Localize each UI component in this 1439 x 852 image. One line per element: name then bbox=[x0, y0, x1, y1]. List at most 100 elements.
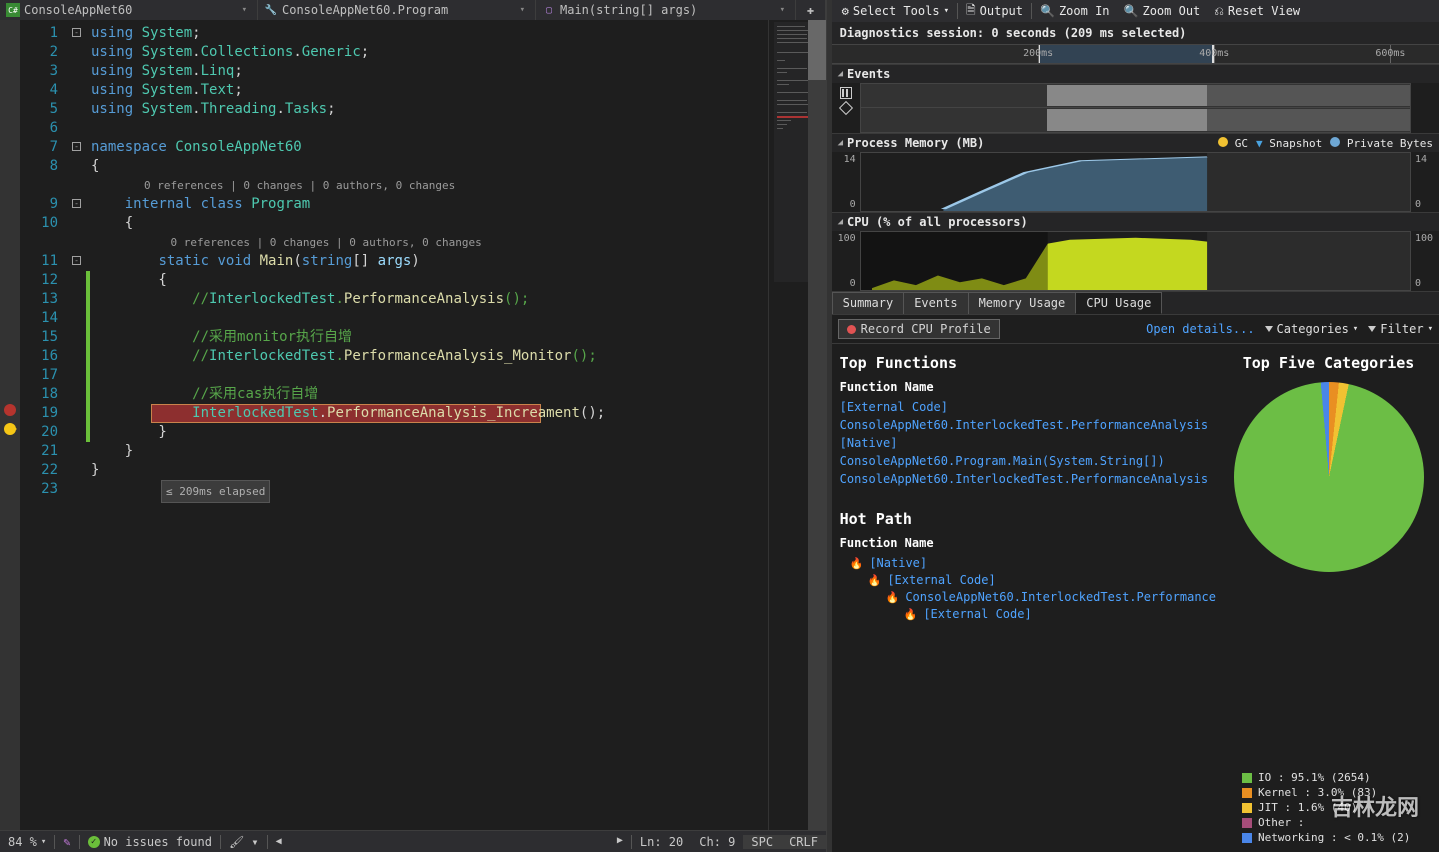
function-name-header[interactable]: Function Name bbox=[840, 380, 1216, 394]
code-body[interactable]: using System;using System.Collections.Ge… bbox=[91, 20, 768, 830]
diag-timeline[interactable]: 200ms 400ms 600ms bbox=[832, 44, 1439, 64]
pause-icon[interactable] bbox=[840, 87, 852, 99]
zoom-in-button[interactable]: 🔍Zoom In bbox=[1034, 2, 1116, 20]
zoom-in-icon: 🔍 bbox=[1040, 4, 1055, 18]
brush-icon[interactable]: 🖌 ▾ bbox=[221, 831, 267, 852]
chevron-down-icon[interactable]: ▾ bbox=[516, 5, 529, 15]
diag-tabs: Summary Events Memory Usage CPU Usage bbox=[832, 291, 1439, 315]
cpu-results-left: Top Functions Function Name [External Co… bbox=[832, 344, 1224, 852]
zoom-out-button[interactable]: 🔍Zoom Out bbox=[1118, 2, 1207, 20]
line-number-gutter: 1234567891011121314151617181920212223 bbox=[20, 20, 70, 830]
output-button[interactable]: 🗎Output bbox=[960, 0, 1029, 24]
watermark: 吉林龙网 bbox=[1331, 790, 1419, 822]
filter-dropdown[interactable]: Filter▾ bbox=[1368, 322, 1433, 336]
tab-memory-usage[interactable]: Memory Usage bbox=[968, 292, 1077, 314]
privatebytes-swatch-icon bbox=[1330, 137, 1340, 147]
breakpoint-gutter[interactable] bbox=[0, 20, 20, 830]
top-functions-heading: Top Functions bbox=[840, 354, 1216, 372]
cpu-chart[interactable] bbox=[860, 231, 1411, 291]
breakpoint-event-icon[interactable] bbox=[839, 101, 853, 115]
function-link[interactable]: [Native] bbox=[840, 436, 1216, 450]
function-name-header[interactable]: Function Name bbox=[840, 536, 1216, 550]
cpu-section: ◢CPU (% of all processors) 1000 1000 bbox=[832, 212, 1439, 291]
tab-summary[interactable]: Summary bbox=[832, 292, 905, 314]
select-tools-button[interactable]: ⚙Select Tools▾ bbox=[836, 2, 955, 20]
hot-path-heading: Hot Path bbox=[840, 510, 1216, 528]
output-icon: 🗎 bbox=[966, 1, 976, 22]
hot-path-row[interactable]: 🔥 [External Code] bbox=[840, 573, 1216, 587]
hot-path-row[interactable]: 🔥[Native] bbox=[840, 556, 1216, 570]
collapse-icon[interactable]: ◢ bbox=[838, 138, 843, 148]
split-icon: ✚ bbox=[807, 3, 814, 17]
issues-status[interactable]: ✓No issues found bbox=[80, 831, 220, 852]
breakpoint-marker[interactable] bbox=[4, 404, 16, 416]
indent-mode[interactable]: SPC bbox=[743, 835, 781, 849]
reset-view-button[interactable]: ⎌Reset View bbox=[1208, 2, 1306, 21]
hot-path-row[interactable]: 🔥 ConsoleAppNet60.InterlockedTest.Perform… bbox=[840, 590, 1216, 604]
function-link[interactable]: ConsoleAppNet60.Program.Main(System.Stri… bbox=[840, 454, 1216, 468]
gear-icon: ⚙ bbox=[842, 4, 849, 18]
code-area[interactable]: 1234567891011121314151617181920212223 --… bbox=[0, 20, 826, 830]
feedback-icon[interactable]: ✎ bbox=[55, 831, 78, 852]
open-details-link[interactable]: Open details... bbox=[1146, 322, 1254, 336]
tab-cpu-usage[interactable]: CPU Usage bbox=[1075, 292, 1162, 314]
line-ending[interactable]: CRLF bbox=[781, 835, 826, 849]
funnel-icon bbox=[1368, 326, 1376, 332]
function-link[interactable]: [External Code] bbox=[923, 607, 1031, 621]
function-link[interactable]: [External Code] bbox=[887, 573, 995, 587]
class-icon: 🔧 bbox=[264, 3, 278, 17]
function-link[interactable]: [Native] bbox=[869, 556, 927, 570]
breadcrumb-method-label: Main(string[] args) bbox=[560, 3, 697, 17]
record-icon bbox=[847, 325, 856, 334]
function-link[interactable]: ConsoleAppNet60.InterlockedTest.Performa… bbox=[905, 590, 1216, 604]
flame-icon: 🔥 bbox=[868, 574, 882, 587]
top-categories-heading: Top Five Categories bbox=[1224, 354, 1433, 372]
function-link[interactable]: [External Code] bbox=[840, 400, 1216, 414]
flame-icon: 🔥 bbox=[904, 608, 918, 621]
flame-icon: 🔥 bbox=[886, 591, 900, 604]
breadcrumb-class[interactable]: 🔧 ConsoleAppNet60.Program ▾ bbox=[258, 0, 536, 20]
scroll-right-icon[interactable]: ▶ bbox=[609, 835, 631, 846]
collapse-icon[interactable]: ◢ bbox=[838, 69, 843, 79]
fold-gutter[interactable]: ---- bbox=[70, 20, 86, 830]
legend-item[interactable]: Networking : < 0.1% (2) bbox=[1242, 831, 1433, 844]
record-cpu-button[interactable]: Record CPU Profile bbox=[838, 319, 1000, 339]
cpu-graph-label: CPU (% of all processors) bbox=[847, 215, 1028, 229]
overview-ruler[interactable]: ▾ bbox=[768, 20, 826, 830]
events-section: ◢Events bbox=[832, 64, 1439, 133]
tab-events[interactable]: Events bbox=[903, 292, 968, 314]
current-statement-marker[interactable] bbox=[4, 423, 16, 435]
events-lane[interactable] bbox=[860, 83, 1411, 133]
cursor-line[interactable]: Ln: 20 bbox=[632, 835, 691, 849]
scroll-left-icon[interactable]: ◀ bbox=[268, 831, 290, 852]
vertical-scrollbar[interactable] bbox=[808, 20, 826, 830]
cpu-toolbar: Record CPU Profile Open details... Categ… bbox=[832, 315, 1439, 344]
function-link[interactable]: ConsoleAppNet60.InterlockedTest.Performa… bbox=[840, 418, 1216, 432]
gc-swatch-icon bbox=[1218, 137, 1228, 147]
function-link[interactable]: ConsoleAppNet60.InterlockedTest.Performa… bbox=[840, 472, 1216, 486]
hot-path-row[interactable]: 🔥 [External Code] bbox=[840, 607, 1216, 621]
breadcrumb-file[interactable]: C# ConsoleAppNet60 ▾ bbox=[0, 0, 258, 20]
funnel-icon bbox=[1265, 326, 1273, 332]
legend-swatch bbox=[1242, 803, 1252, 813]
split-editor-button[interactable]: ✚ bbox=[796, 0, 826, 20]
breadcrumb-bar: C# ConsoleAppNet60 ▾ 🔧 ConsoleAppNet60.P… bbox=[0, 0, 826, 20]
zoom-level[interactable]: 84 %▾ bbox=[0, 831, 54, 852]
vertical-scrollbar-thumb[interactable] bbox=[808, 20, 826, 80]
breadcrumb-class-label: ConsoleAppNet60.Program bbox=[282, 3, 448, 17]
cursor-col[interactable]: Ch: 9 bbox=[691, 835, 743, 849]
categories-dropdown[interactable]: Categories▾ bbox=[1265, 322, 1359, 336]
chevron-down-icon[interactable]: ▾ bbox=[776, 5, 789, 15]
memory-chart[interactable] bbox=[860, 152, 1411, 212]
legend-swatch bbox=[1242, 788, 1252, 798]
breadcrumb-method[interactable]: ▢ Main(string[] args) ▾ bbox=[536, 0, 796, 20]
cpu-results-right: Top Five Categories IO : 95.1% (2654)Ker… bbox=[1224, 344, 1439, 852]
categories-pie-chart[interactable] bbox=[1234, 382, 1424, 572]
chevron-down-icon[interactable]: ▾ bbox=[238, 5, 251, 15]
csharp-file-icon: C# bbox=[6, 3, 20, 17]
diag-session-label: Diagnostics session: 0 seconds (209 ms s… bbox=[832, 22, 1439, 44]
check-icon: ✓ bbox=[88, 836, 100, 848]
legend-item[interactable]: IO : 95.1% (2654) bbox=[1242, 771, 1433, 784]
collapse-icon[interactable]: ◢ bbox=[838, 217, 843, 227]
code-editor-pane: C# ConsoleAppNet60 ▾ 🔧 ConsoleAppNet60.P… bbox=[0, 0, 827, 852]
